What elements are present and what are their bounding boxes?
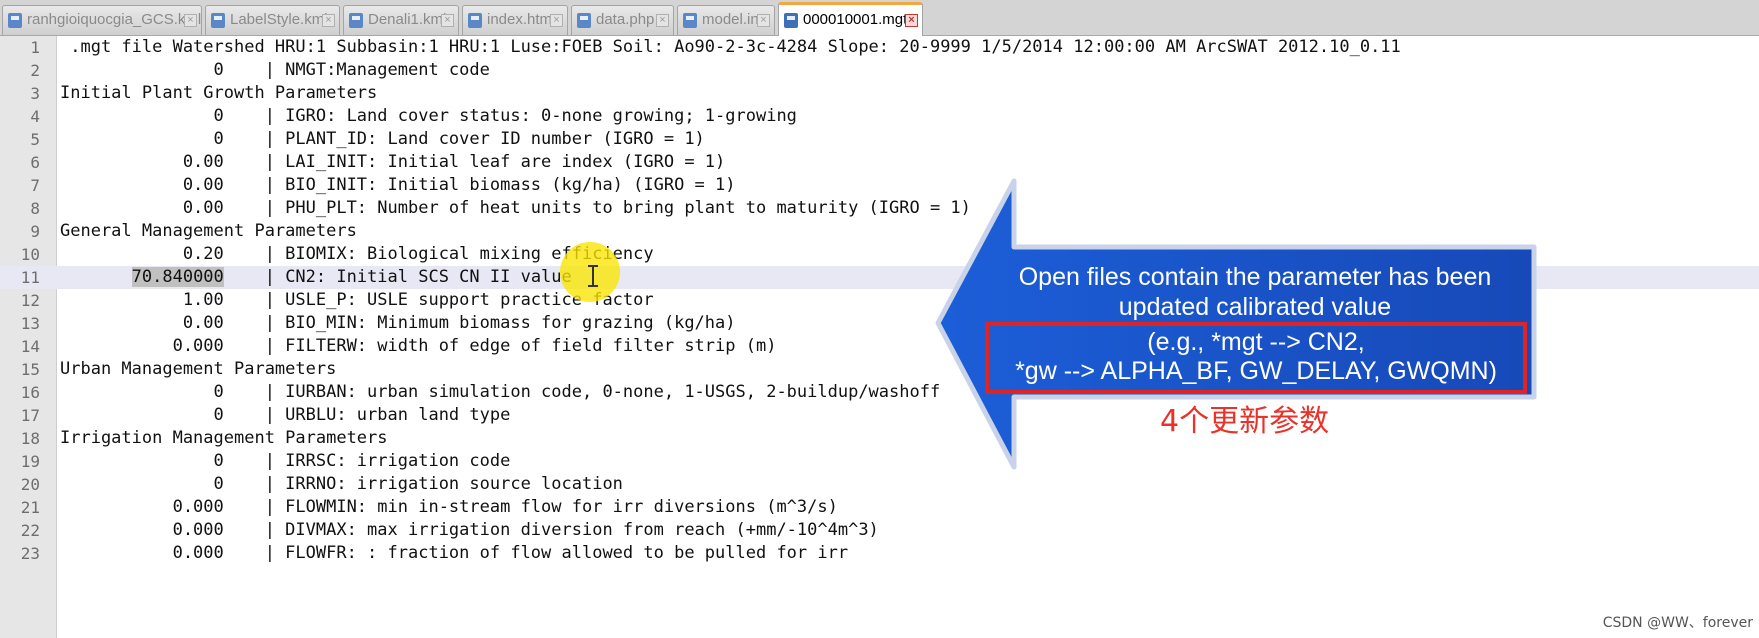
- line-number: 13: [20, 314, 40, 333]
- line-number: 23: [20, 544, 40, 563]
- highlight-box-text: (e.g., *mgt --> CN2, *gw --> ALPHA_BF, G…: [989, 328, 1523, 386]
- tab-model-in[interactable]: model.in ×: [677, 5, 775, 35]
- editor-line[interactable]: 21 0.000 | FLOWMIN: min in-stream flow f…: [0, 496, 1759, 519]
- line-number: 21: [20, 498, 40, 517]
- file-icon: [211, 13, 225, 28]
- line-text: 0 | IRRSC: irrigation code: [60, 451, 511, 471]
- close-icon[interactable]: ×: [184, 14, 197, 27]
- tab-index-htm[interactable]: index.htm ×: [462, 5, 568, 35]
- file-icon: [683, 13, 697, 28]
- tab-label: 000010001.mgt: [803, 11, 908, 28]
- chinese-annotation: 4个更新参数: [1160, 404, 1330, 439]
- tab-ranhgioiquocgia[interactable]: ranhgioiquocgia_GCS.kml ×: [2, 5, 202, 35]
- line-number: 16: [20, 383, 40, 402]
- file-icon: [468, 13, 482, 28]
- tab-label: index.htm: [487, 11, 553, 28]
- text-cursor-icon: [588, 265, 598, 287]
- line-number: 6: [30, 153, 40, 172]
- line-text: 0 | IGRO: Land cover status: 0-none grow…: [60, 106, 797, 126]
- example-line-1: (e.g., *mgt --> CN2,: [1147, 328, 1365, 356]
- line-text: 0 | IRRNO: irrigation source location: [60, 474, 623, 494]
- line-text: 0 | PLANT_ID: Land cover ID number (IGRO…: [60, 129, 705, 149]
- line-number: 10: [20, 245, 40, 264]
- line-rest: | CN2: Initial SCS CN II value: [223, 267, 572, 287]
- watermark: CSDN @WW、forever: [1602, 615, 1753, 631]
- selected-value[interactable]: 70.840000: [131, 267, 224, 287]
- line-number: 7: [30, 176, 40, 195]
- callout-text: Open files contain the parameter has bee…: [985, 262, 1525, 322]
- line-number: 5: [30, 130, 40, 149]
- line-text: Irrigation Management Parameters: [60, 428, 388, 448]
- line-number: 18: [20, 429, 40, 448]
- line-text: .mgt file Watershed HRU:1 Subbasin:1 HRU…: [60, 37, 1401, 57]
- line-number: 8: [30, 199, 40, 218]
- line-number: 14: [20, 337, 40, 356]
- file-icon: [784, 13, 798, 28]
- close-icon[interactable]: ×: [441, 14, 454, 27]
- tab-label: ranhgioiquocgia_GCS.kml: [27, 11, 202, 28]
- close-icon[interactable]: ×: [905, 14, 918, 27]
- editor-line[interactable]: 3 Initial Plant Growth Parameters: [0, 82, 1759, 105]
- line-number: 3: [30, 84, 40, 103]
- close-icon[interactable]: ×: [656, 14, 669, 27]
- example-line-2: *gw --> ALPHA_BF, GW_DELAY, GWQMN): [1015, 357, 1497, 385]
- line-text: Initial Plant Growth Parameters: [60, 83, 378, 103]
- tab-000010001-mgt[interactable]: 000010001.mgt ×: [778, 2, 923, 36]
- line-text: 1.00 | USLE_P: USLE support practice fac…: [60, 290, 654, 310]
- tab-label: LabelStyle.kml: [230, 11, 328, 28]
- file-icon: [577, 13, 591, 28]
- line-number: 22: [20, 521, 40, 540]
- tab-labelstyle[interactable]: LabelStyle.kml ×: [205, 5, 340, 35]
- line-number: 1: [30, 38, 40, 57]
- line-text: 0.00 | LAI_INIT: Initial leaf are index …: [60, 152, 726, 172]
- line-number: 12: [20, 291, 40, 310]
- cursor-highlight: [560, 242, 620, 302]
- editor-line[interactable]: 6 0.00 | LAI_INIT: Initial leaf are inde…: [0, 151, 1759, 174]
- line-text: 70.840000 | CN2: Initial SCS CN II value: [60, 266, 572, 289]
- file-icon: [8, 13, 22, 28]
- line-number: 4: [30, 107, 40, 126]
- tab-label: model.in: [702, 11, 759, 28]
- line-number: 9: [30, 222, 40, 241]
- editor-line[interactable]: 5 0 | PLANT_ID: Land cover ID number (IG…: [0, 128, 1759, 151]
- line-text: General Management Parameters: [60, 221, 357, 241]
- line-text: 0.000 | FILTERW: width of edge of field …: [60, 336, 777, 356]
- close-icon[interactable]: ×: [322, 14, 335, 27]
- line-number: 19: [20, 452, 40, 471]
- tab-data-php[interactable]: data.php ×: [571, 5, 674, 35]
- line-number: 11: [20, 268, 40, 287]
- line-text: 0.00 | BIO_INIT: Initial biomass (kg/ha)…: [60, 175, 736, 195]
- tab-bar: ranhgioiquocgia_GCS.kml × LabelStyle.kml…: [0, 0, 1759, 36]
- file-icon: [349, 13, 363, 28]
- line-text: Urban Management Parameters: [60, 359, 337, 379]
- line-number: 2: [30, 61, 40, 80]
- line-text: 0.00 | PHU_PLT: Number of heat units to …: [60, 198, 971, 218]
- editor-line[interactable]: 1 .mgt file Watershed HRU:1 Subbasin:1 H…: [0, 36, 1759, 59]
- editor-line[interactable]: 4 0 | IGRO: Land cover status: 0-none gr…: [0, 105, 1759, 128]
- tab-label: Denali1.kml: [368, 11, 447, 28]
- tab-label: data.php: [596, 11, 655, 28]
- close-icon[interactable]: ×: [550, 14, 563, 27]
- line-text: 0.000 | DIVMAX: max irrigation diversion…: [60, 520, 879, 540]
- line-number: 20: [20, 475, 40, 494]
- tab-denali1[interactable]: Denali1.kml ×: [343, 5, 459, 35]
- editor-line[interactable]: 23 0.000 | FLOWFR: : fraction of flow al…: [0, 542, 1759, 565]
- line-number: 17: [20, 406, 40, 425]
- close-icon[interactable]: ×: [757, 14, 770, 27]
- line-text: 0 | NMGT:Management code: [60, 60, 490, 80]
- line-text: 0.000 | FLOWFR: : fraction of flow allow…: [60, 543, 849, 563]
- line-number: 15: [20, 360, 40, 379]
- editor-line[interactable]: 2 0 | NMGT:Management code: [0, 59, 1759, 82]
- callout-line-2: updated calibrated value: [1118, 293, 1392, 321]
- editor-line[interactable]: 22 0.000 | DIVMAX: max irrigation divers…: [0, 519, 1759, 542]
- highlight-box: (e.g., *mgt --> CN2, *gw --> ALPHA_BF, G…: [985, 322, 1527, 394]
- line-text: 0.00 | BIO_MIN: Minimum biomass for graz…: [60, 313, 736, 333]
- callout-line-1: Open files contain the parameter has bee…: [1018, 263, 1492, 291]
- line-text: 0.000 | FLOWMIN: min in-stream flow for …: [60, 497, 838, 517]
- line-text: 0 | IURBAN: urban simulation code, 0-non…: [60, 382, 941, 402]
- line-text: 0 | URBLU: urban land type: [60, 405, 511, 425]
